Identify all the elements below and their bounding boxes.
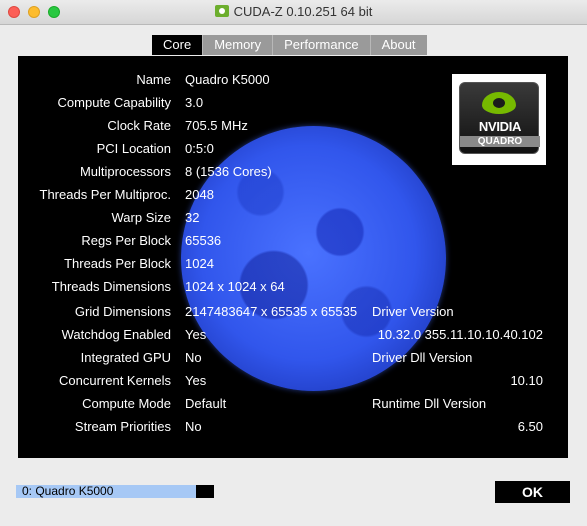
window-title: CUDA-Z 0.10.251 64 bit — [0, 4, 587, 19]
pci-location-value: 0:5:0 — [185, 141, 214, 156]
regs-per-block-label: Regs Per Block — [81, 233, 171, 248]
threads-per-multiproc-value: 2048 — [185, 187, 214, 202]
integrated-gpu-value: No — [185, 350, 202, 365]
watchdog-enabled-value: Yes — [185, 327, 207, 342]
compute-capability-label: Compute Capability — [57, 95, 171, 110]
pci-location-label: PCI Location — [96, 141, 171, 156]
stream-priorities-label: Stream Priorities — [74, 419, 171, 434]
threads-dimensions-label: Threads Dimensions — [51, 279, 171, 294]
driver-dll-version-label: Driver Dll Version — [372, 350, 473, 365]
multiprocessors-label: Multiprocessors — [79, 164, 171, 179]
threads-per-multiproc-label: Threads Per Multiproc. — [39, 187, 172, 202]
compute-capability-value: 3.0 — [185, 95, 204, 110]
logo-badge: NVIDIA QUADRO — [459, 82, 540, 154]
watchdog-enabled-label: Watchdog Enabled — [61, 327, 171, 342]
stream-priorities-value: No — [185, 419, 202, 434]
warp-size-value: 32 — [185, 210, 200, 225]
clock-rate-value: 705.5 MHz — [185, 118, 248, 133]
nvidia-quadro-logo: NVIDIA QUADRO — [452, 74, 546, 165]
tab-memory[interactable]: Memory — [203, 35, 274, 55]
tab-about[interactable]: About — [370, 35, 427, 55]
threads-per-block-label: Threads Per Block — [64, 256, 171, 271]
tab-bar: Core Memory Performance About — [152, 35, 427, 55]
regs-per-block-value: 65536 — [185, 233, 222, 248]
device-select[interactable]: 0: Quadro K5000 — [16, 485, 214, 498]
device-select-value[interactable]: 0: Quadro K5000 — [16, 485, 196, 498]
clock-rate-label: Clock Rate — [107, 118, 171, 133]
multiprocessors-value: 8 (1536 Cores) — [185, 164, 272, 179]
threads-dimensions-value: 1024 x 1024 x 64 — [185, 279, 285, 294]
threads-per-block-value: 1024 — [185, 256, 214, 271]
title-bar: CUDA-Z 0.10.251 64 bit — [0, 0, 587, 25]
tab-performance[interactable]: Performance — [273, 35, 371, 55]
tab-core[interactable]: Core — [152, 35, 204, 55]
warp-size-label: Warp Size — [111, 210, 171, 225]
concurrent-kernels-value: Yes — [185, 373, 207, 388]
core-info-panel: NVIDIA QUADRO Name Quadro K5000 Compute … — [18, 56, 568, 458]
grid-dimensions-value: 2147483647 x 65535 x 65535 — [185, 304, 358, 319]
logo-brand-text: NVIDIA — [478, 119, 522, 134]
name-label: Name — [136, 72, 171, 87]
driver-dll-version-value: 10.10 — [510, 373, 543, 388]
integrated-gpu-label: Integrated GPU — [80, 350, 171, 365]
runtime-dll-version-value: 6.50 — [517, 419, 543, 434]
name-value: Quadro K5000 — [185, 72, 270, 87]
ok-button[interactable]: OK — [495, 481, 570, 503]
window-title-text: CUDA-Z 0.10.251 64 bit — [233, 4, 373, 19]
grid-dimensions-label: Grid Dimensions — [74, 304, 171, 319]
nvidia-eye-icon — [482, 92, 516, 114]
driver-version-value: 10.32.0 355.11.10.10.40.102 — [377, 327, 543, 342]
compute-mode-label: Compute Mode — [82, 396, 171, 411]
concurrent-kernels-label: Concurrent Kernels — [59, 373, 171, 388]
driver-version-label: Driver Version — [372, 304, 454, 319]
app-icon — [214, 5, 229, 17]
logo-sub-text: QUADRO — [460, 136, 540, 147]
compute-mode-value: Default — [185, 396, 227, 411]
runtime-dll-version-label: Runtime Dll Version — [372, 396, 487, 411]
